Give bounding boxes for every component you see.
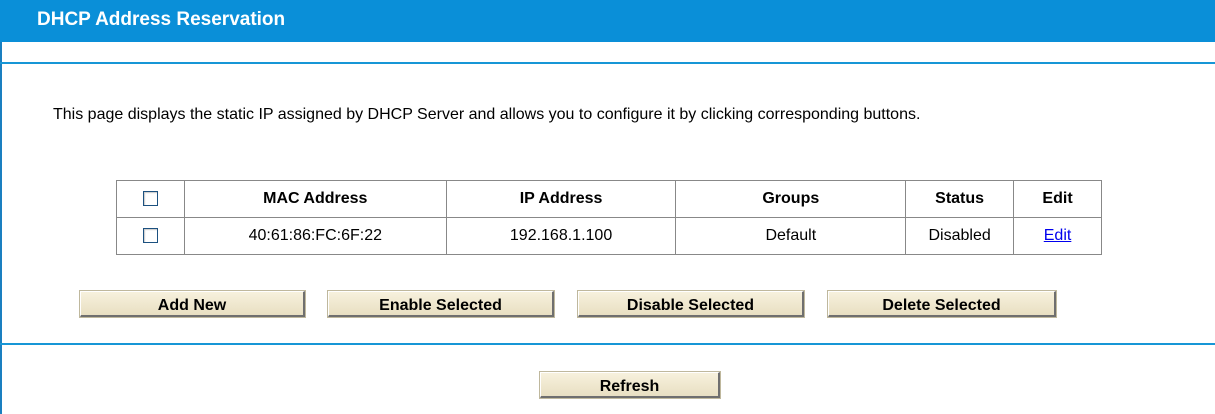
group-cell: Default — [675, 217, 907, 255]
mac-address-cell: 40:61:86:FC:6F:22 — [183, 217, 447, 255]
select-all-checkbox[interactable] — [142, 191, 158, 207]
row-checkbox[interactable] — [142, 228, 158, 244]
refresh-button[interactable]: Refresh — [539, 371, 721, 399]
column-header-ip: IP Address — [445, 180, 677, 218]
add-new-button[interactable]: Add New — [79, 290, 306, 318]
status-cell: Disabled — [905, 217, 1015, 255]
column-header-mac: MAC Address — [183, 180, 447, 218]
row-select-cell — [116, 217, 185, 255]
enable-selected-button[interactable]: Enable Selected — [327, 290, 555, 318]
column-header-groups: Groups — [675, 180, 907, 218]
footer-divider — [0, 343, 1215, 345]
column-header-edit: Edit — [1013, 180, 1102, 218]
select-all-cell — [116, 180, 185, 218]
reservation-table: MAC Address IP Address Groups Status Edi… — [116, 180, 1102, 255]
delete-selected-button[interactable]: Delete Selected — [827, 290, 1057, 318]
column-header-status: Status — [905, 180, 1015, 218]
disable-selected-button[interactable]: Disable Selected — [577, 290, 805, 318]
page-description: This page displays the static IP assigne… — [53, 106, 921, 123]
ip-address-cell: 192.168.1.100 — [445, 217, 677, 255]
edit-link[interactable]: Edit — [1044, 227, 1072, 244]
page-header: DHCP Address Reservation — [0, 0, 1215, 42]
edit-cell: Edit — [1013, 217, 1102, 255]
header-divider — [0, 62, 1215, 64]
table-row: 40:61:86:FC:6F:22 192.168.1.100 Default … — [116, 217, 1102, 255]
table-header-row: MAC Address IP Address Groups Status Edi… — [116, 180, 1102, 218]
page-title: DHCP Address Reservation — [37, 9, 286, 30]
